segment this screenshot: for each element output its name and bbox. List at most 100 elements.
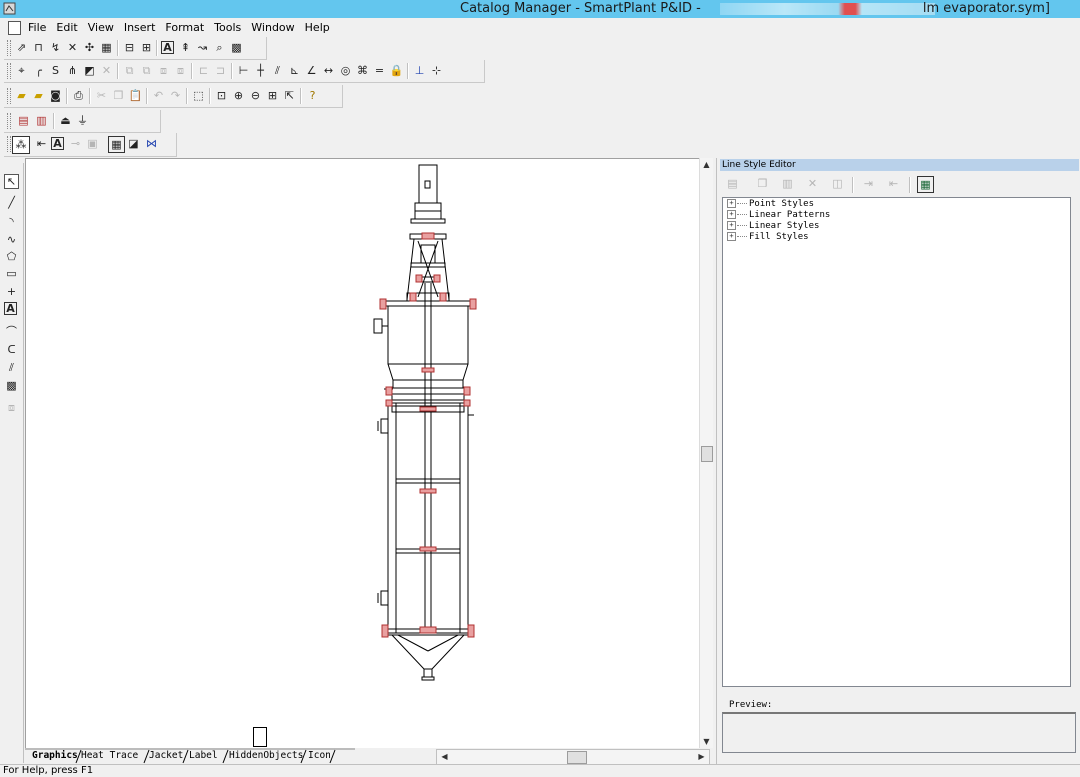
toolbar-grip[interactable]	[7, 88, 11, 104]
text-icon[interactable]: A	[4, 302, 17, 315]
expand-icon[interactable]: +	[727, 232, 736, 241]
tree-item-linear-patterns[interactable]: + Linear Patterns	[727, 210, 830, 221]
app-icon[interactable]	[3, 2, 16, 15]
place-connector-icon[interactable]: ⇗	[14, 40, 29, 55]
connector-icon[interactable]: ⊸	[68, 136, 83, 151]
symbol-editor-icon[interactable]: ▤	[16, 113, 31, 128]
paste-style-icon[interactable]: ▥	[780, 176, 795, 191]
pattern-icon[interactable]: ▩	[229, 40, 244, 55]
document-icon[interactable]	[8, 21, 21, 35]
select-area-icon[interactable]: ⬚	[191, 88, 206, 103]
tree-item-point-styles[interactable]: + Point Styles	[727, 199, 814, 210]
fit-icon[interactable]: ⊞	[265, 88, 280, 103]
parallel-icon[interactable]: ⫽	[270, 63, 285, 78]
scroll-down-icon[interactable]: ▼	[702, 737, 711, 746]
pan-icon[interactable]: ⇱	[282, 88, 297, 103]
rectangle-icon[interactable]: ▭	[4, 266, 19, 281]
place-cross-icon[interactable]: ✕	[65, 40, 80, 55]
fill-icon[interactable]: ▩	[4, 378, 19, 393]
tree-item-linear-styles[interactable]: + Linear Styles	[727, 221, 819, 232]
import-style-icon[interactable]: ⇥	[861, 176, 876, 191]
tee-icon[interactable]: ⊢	[236, 63, 251, 78]
horizontal-scroll-thumb[interactable]	[567, 751, 587, 764]
tree-item-fill-styles[interactable]: + Fill Styles	[727, 232, 809, 243]
break-line-icon[interactable]: ⫽	[4, 360, 19, 375]
bring-front-icon[interactable]: ⧈	[156, 63, 171, 78]
toolbar-grip[interactable]	[7, 63, 11, 79]
dimension-vertical-icon[interactable]: ⊥	[412, 63, 427, 78]
intersect-icon[interactable]: ┼	[253, 63, 268, 78]
connect-point-icon[interactable]: ⇤	[34, 136, 49, 151]
connect-points-icon[interactable]: ⁂	[12, 136, 30, 154]
menu-insert[interactable]: Insert	[119, 18, 161, 37]
style-preview-icon[interactable]: ▦	[917, 176, 934, 193]
align-right-icon[interactable]: ⊐	[213, 63, 228, 78]
properties-icon[interactable]: ▦	[108, 136, 125, 153]
menu-file[interactable]: File	[23, 18, 51, 37]
perpendicular-icon[interactable]: ⊾	[287, 63, 302, 78]
cut-icon[interactable]: ✂	[94, 88, 109, 103]
arc-icon[interactable]: ◝	[4, 214, 19, 229]
menu-tools[interactable]: Tools	[209, 18, 246, 37]
split-icon[interactable]: ⧈	[4, 400, 19, 415]
menu-view[interactable]: View	[83, 18, 119, 37]
zoom-out-icon[interactable]: ⊖	[248, 88, 263, 103]
select-arrow-icon[interactable]: ↖	[4, 174, 19, 189]
ungroup-icon[interactable]: ⧉	[139, 63, 154, 78]
align-text-icon[interactable]: ⇞	[178, 40, 193, 55]
style-tree[interactable]: + Point Styles + Linear Patterns + Linear S…	[722, 197, 1071, 687]
copy-icon[interactable]: ❐	[111, 88, 126, 103]
s-curve-icon[interactable]: S	[48, 63, 63, 78]
arc-center-icon[interactable]: ᑕ	[4, 342, 19, 357]
delete-icon[interactable]: ✕	[99, 63, 114, 78]
scroll-left-icon[interactable]: ◀	[440, 752, 449, 761]
dimension-horizontal-icon[interactable]: ⊹	[429, 63, 444, 78]
place-table-icon[interactable]: ▦	[99, 40, 114, 55]
menu-help[interactable]: Help	[300, 18, 335, 37]
save-icon[interactable]: ◙	[48, 88, 63, 103]
fillet-icon[interactable]: ╭	[31, 63, 46, 78]
expand-icon[interactable]: +	[727, 210, 736, 219]
place-component-icon[interactable]: ⏏	[58, 113, 73, 128]
find-icon[interactable]: ⌕	[212, 40, 227, 55]
toolbar-grip[interactable]	[7, 136, 11, 152]
place-rotate-icon[interactable]: ↯	[48, 40, 63, 55]
expand-icon[interactable]: +	[727, 221, 736, 230]
zoom-in-icon[interactable]: ⊕	[231, 88, 246, 103]
style-properties-icon[interactable]: ◫	[830, 176, 845, 191]
undo-icon[interactable]: ↶	[151, 88, 166, 103]
open-catalog-icon[interactable]: ▰	[31, 88, 46, 103]
scroll-right-icon[interactable]: ▶	[697, 752, 706, 761]
line-icon[interactable]: ╱	[4, 195, 19, 210]
horizontal-scrollbar[interactable]: ◀ ▶	[436, 749, 710, 765]
angle-icon[interactable]: ∠	[304, 63, 319, 78]
distance-icon[interactable]: ↔	[321, 63, 336, 78]
menu-window[interactable]: Window	[246, 18, 299, 37]
copy-style-icon[interactable]: ❐	[755, 176, 770, 191]
toolbar-grip[interactable]	[7, 40, 11, 56]
polygon-icon[interactable]: ⬠	[4, 249, 19, 264]
vertical-scrollbar[interactable]: ▲ ▼	[699, 158, 713, 748]
valve-icon[interactable]: ⋈	[144, 136, 159, 151]
lock-icon[interactable]: 🔒	[389, 63, 404, 78]
place-label-icon[interactable]: ⊟	[122, 40, 137, 55]
paste-icon[interactable]: 📋	[128, 88, 143, 103]
print-icon[interactable]: ⎙	[71, 88, 86, 103]
symbol-properties-icon[interactable]: ▥	[34, 113, 49, 128]
delete-style-icon[interactable]: ✕	[805, 176, 820, 191]
vertical-scroll-thumb[interactable]	[701, 446, 713, 462]
label-icon[interactable]: A	[51, 137, 64, 150]
place-junction-icon[interactable]: ✣	[82, 40, 97, 55]
new-style-icon[interactable]: ▤	[725, 176, 740, 191]
menu-edit[interactable]: Edit	[51, 18, 82, 37]
expand-icon[interactable]: +	[727, 199, 736, 208]
help-icon[interactable]: ?	[305, 88, 320, 103]
open-folder-icon[interactable]: ▰	[14, 88, 29, 103]
disabled-box-icon[interactable]: ▣	[85, 136, 100, 151]
zoom-area-icon[interactable]: ⊡	[214, 88, 229, 103]
symmetry-icon[interactable]: ⌘	[355, 63, 370, 78]
scroll-up-icon[interactable]: ▲	[702, 160, 711, 169]
place-bracket-icon[interactable]: ⊓	[31, 40, 46, 55]
mirror-icon[interactable]: ⋔	[65, 63, 80, 78]
export-style-icon[interactable]: ⇤	[886, 176, 901, 191]
